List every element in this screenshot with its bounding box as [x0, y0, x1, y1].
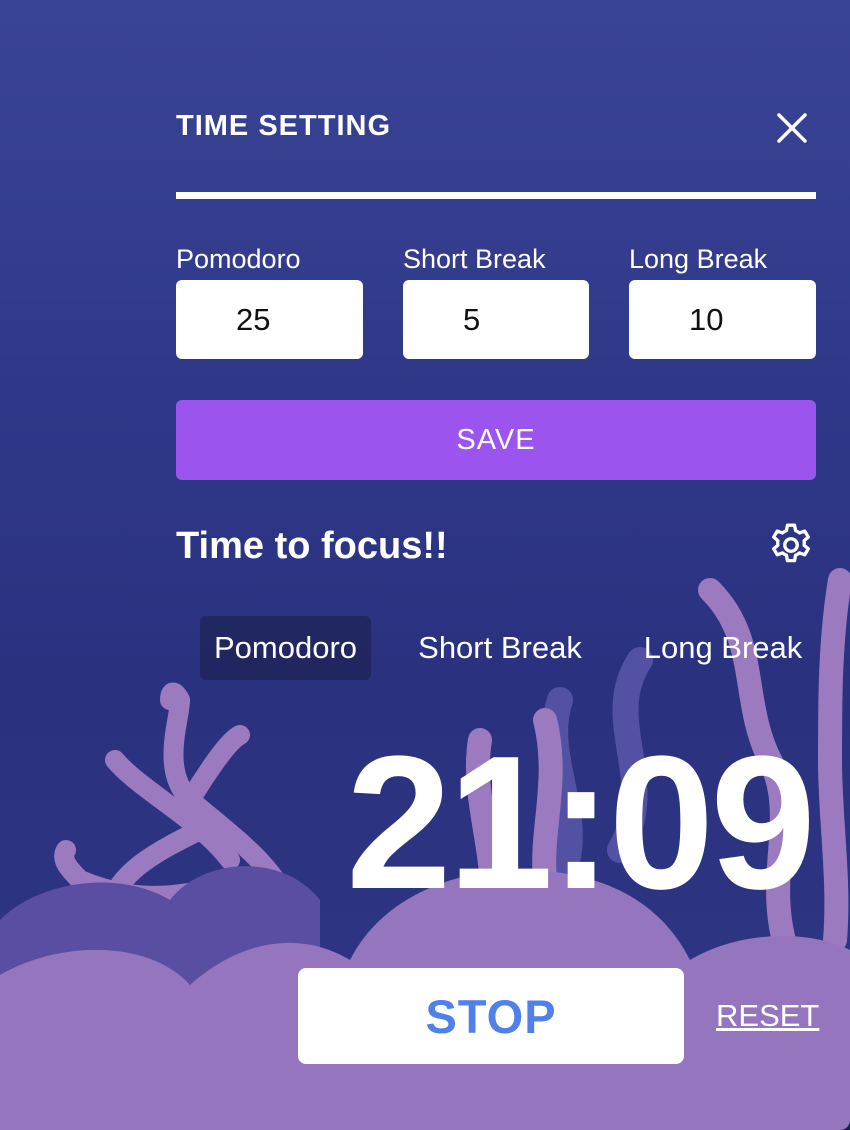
gear-icon: [772, 523, 810, 563]
settings-title: TIME SETTING: [176, 110, 391, 142]
pomodoro-field-label: Pomodoro: [176, 244, 301, 274]
tab-short-break[interactable]: Short Break: [402, 616, 598, 680]
pomodoro-minutes-input[interactable]: [176, 280, 363, 359]
save-button[interactable]: SAVE: [176, 400, 816, 480]
timer-display: 21:09: [346, 717, 816, 929]
pomodoro-app: TIME SETTING Pomodoro Short Break Long B…: [0, 0, 850, 1130]
short-break-field-label: Short Break: [403, 244, 546, 274]
tab-long-break[interactable]: Long Break: [628, 616, 818, 680]
settings-button[interactable]: [766, 520, 816, 570]
settings-divider: [176, 192, 816, 199]
stop-button[interactable]: STOP: [298, 968, 684, 1064]
focus-heading: Time to focus!!: [176, 525, 448, 567]
close-button[interactable]: [772, 108, 812, 148]
short-break-minutes-input[interactable]: [403, 280, 589, 359]
reset-link[interactable]: RESET: [716, 998, 819, 1034]
tab-pomodoro[interactable]: Pomodoro: [200, 616, 371, 680]
long-break-field-label: Long Break: [629, 244, 768, 274]
long-break-minutes-input[interactable]: [629, 280, 816, 359]
close-icon: [777, 113, 807, 143]
